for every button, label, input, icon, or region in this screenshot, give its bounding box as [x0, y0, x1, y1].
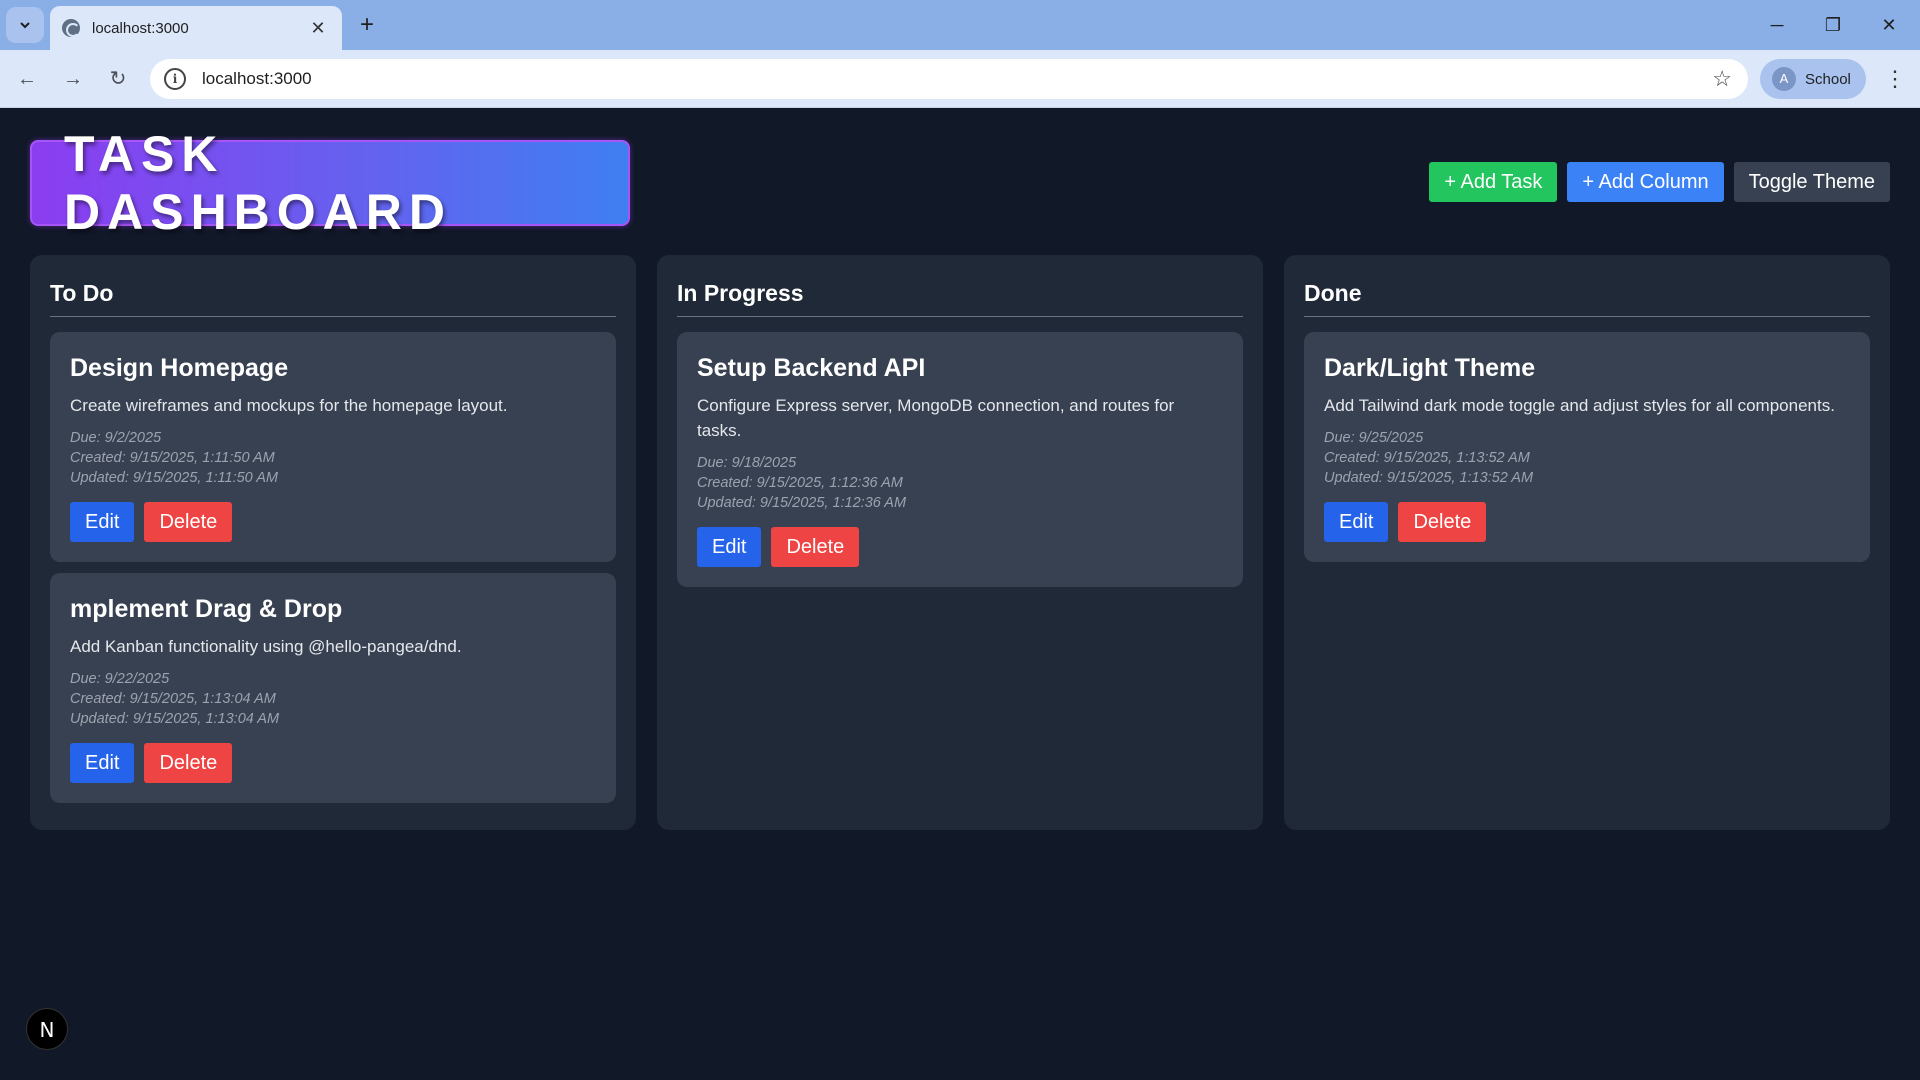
column-to-do[interactable]: To Do Design Homepage Create wireframes … — [30, 255, 636, 830]
delete-button[interactable]: Delete — [771, 527, 860, 567]
restore-icon: ❐ — [1824, 15, 1842, 35]
task-description: Add Kanban functionality using @hello-pa… — [70, 637, 462, 656]
task-title: Setup Backend API — [697, 354, 926, 382]
edit-button[interactable]: Edit — [1324, 502, 1389, 542]
task-title: mplement Drag & Drop — [70, 595, 343, 623]
column-title: In Progress — [677, 275, 1243, 317]
delete-button[interactable]: Delete — [1398, 502, 1487, 542]
nextjs-dev-badge[interactable]: N — [26, 1008, 68, 1050]
dashboard-logo: TASK DASHBOARD — [30, 126, 630, 240]
restore-button[interactable]: ❐ — [1810, 10, 1856, 40]
add-task-button[interactable]: + Add Task — [1429, 162, 1558, 202]
card-list: Design Homepage Create wireframes and mo… — [50, 332, 616, 803]
task-updated: Updated: 9/15/2025, 1:12:36 AM — [697, 495, 907, 511]
task-updated: Updated: 9/15/2025, 1:11:50 AM — [70, 470, 278, 486]
forward-arrow-icon: → — [63, 68, 83, 90]
close-window-button[interactable]: ✕ — [1866, 10, 1912, 40]
star-icon[interactable]: ☆ — [1712, 66, 1732, 92]
task-description: Add Tailwind dark mode toggle and adjust… — [1324, 396, 1835, 415]
new-tab-button[interactable]: + — [352, 10, 382, 40]
info-icon[interactable]: i — [164, 68, 186, 90]
task-actions: Edit Delete — [1324, 502, 1850, 542]
task-meta: Due: 9/2/2025 Created: 9/15/2025, 1:11:5… — [70, 428, 596, 488]
edit-button[interactable]: Edit — [70, 743, 135, 783]
tab-title: localhost:3000 — [92, 19, 189, 37]
edit-button[interactable]: Edit — [697, 527, 762, 567]
close-icon[interactable]: ✕ — [306, 18, 330, 39]
reload-icon: ↻ — [109, 68, 127, 90]
browser-toolbar: ← → ↻ i localhost:3000 ☆ A School ⋮ — [0, 50, 1920, 108]
task-description: Create wireframes and mockups for the ho… — [70, 396, 508, 415]
page-title: TASK DASHBOARD — [64, 126, 452, 240]
address-bar[interactable]: i localhost:3000 ☆ — [150, 59, 1748, 99]
minimize-icon: ─ — [1770, 15, 1784, 35]
task-due: Due: 9/2/2025 — [70, 430, 162, 446]
task-actions: Edit Delete — [70, 502, 596, 542]
delete-button[interactable]: Delete — [144, 502, 233, 542]
browser-tab[interactable]: localhost:3000 ✕ — [50, 6, 342, 50]
back-arrow-icon: ← — [17, 68, 37, 90]
task-card[interactable]: mplement Drag & Drop Add Kanban function… — [50, 573, 616, 803]
browser-tabstrip: localhost:3000 ✕ + ─ ❐ ✕ — [0, 0, 1920, 50]
toggle-theme-button[interactable]: Toggle Theme — [1733, 162, 1890, 202]
task-meta: Due: 9/18/2025 Created: 9/15/2025, 1:12:… — [697, 453, 1223, 513]
task-card[interactable]: Dark/Light Theme Add Tailwind dark mode … — [1304, 332, 1870, 562]
task-created: Created: 9/15/2025, 1:12:36 AM — [697, 475, 903, 491]
task-due: Due: 9/22/2025 — [70, 671, 170, 687]
kebab-menu-icon[interactable]: ⋮ — [1880, 64, 1910, 94]
task-meta: Due: 9/22/2025 Created: 9/15/2025, 1:13:… — [70, 669, 596, 729]
profile-button[interactable]: A School — [1760, 59, 1866, 99]
add-column-button[interactable]: + Add Column — [1567, 162, 1724, 202]
task-title: Design Homepage — [70, 354, 289, 382]
page-content: TASK DASHBOARD + Add Task + Add Column T… — [0, 108, 1920, 1078]
task-due: Due: 9/25/2025 — [1324, 430, 1424, 446]
task-actions: Edit Delete — [697, 527, 1223, 567]
delete-button[interactable]: Delete — [144, 743, 233, 783]
task-description: Configure Express server, MongoDB connec… — [697, 396, 1175, 440]
chevron-down-icon — [20, 22, 30, 29]
tab-search-button[interactable] — [6, 7, 44, 43]
card-list: Dark/Light Theme Add Tailwind dark mode … — [1304, 332, 1870, 562]
minimize-button[interactable]: ─ — [1754, 10, 1800, 40]
column-done[interactable]: Done Dark/Light Theme Add Tailwind dark … — [1284, 255, 1890, 830]
column-title: Done — [1304, 275, 1870, 317]
forward-button[interactable]: → — [58, 64, 88, 94]
card-list: Setup Backend API Configure Express serv… — [677, 332, 1243, 587]
task-meta: Due: 9/25/2025 Created: 9/15/2025, 1:13:… — [1324, 428, 1850, 488]
edit-button[interactable]: Edit — [70, 502, 135, 542]
plus-icon: + — [359, 11, 374, 38]
task-updated: Updated: 9/15/2025, 1:13:04 AM — [70, 711, 280, 727]
column-in-progress[interactable]: In Progress Setup Backend API Configure … — [657, 255, 1263, 830]
header-actions: + Add Task + Add Column Toggle Theme — [1429, 162, 1890, 202]
profile-name: School — [1805, 70, 1851, 88]
avatar: A — [1772, 67, 1796, 91]
task-updated: Updated: 9/15/2025, 1:13:52 AM — [1324, 470, 1534, 486]
column-title: To Do — [50, 275, 616, 317]
task-created: Created: 9/15/2025, 1:13:04 AM — [70, 691, 276, 707]
task-due: Due: 9/18/2025 — [697, 455, 797, 471]
task-card[interactable]: Design Homepage Create wireframes and mo… — [50, 332, 616, 562]
url-text[interactable]: localhost:3000 — [202, 69, 1712, 89]
kanban-board: To Do Design Homepage Create wireframes … — [30, 255, 1890, 830]
task-created: Created: 9/15/2025, 1:13:52 AM — [1324, 450, 1530, 466]
task-created: Created: 9/15/2025, 1:11:50 AM — [70, 450, 275, 466]
reload-button[interactable]: ↻ — [103, 64, 133, 94]
back-button[interactable]: ← — [12, 64, 42, 94]
task-card[interactable]: Setup Backend API Configure Express serv… — [677, 332, 1243, 587]
globe-icon — [62, 19, 80, 37]
close-icon: ✕ — [1881, 15, 1897, 35]
task-title: Dark/Light Theme — [1324, 354, 1536, 382]
task-actions: Edit Delete — [70, 743, 596, 783]
